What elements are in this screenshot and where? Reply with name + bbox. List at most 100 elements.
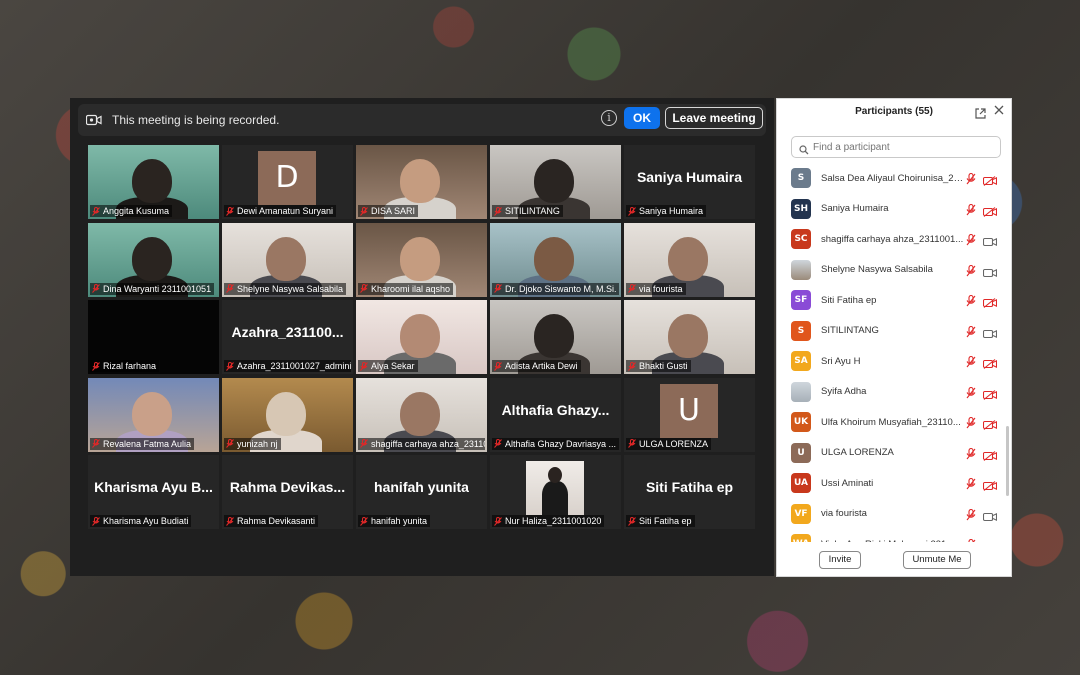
search-input[interactable] [813,141,993,153]
camera-off-icon[interactable] [982,448,998,461]
participant-list[interactable]: S Salsa Dea Aliyaul Choirunisa_2311001...… [791,163,1009,542]
participant-row[interactable]: SH Saniya Humaira [791,194,1009,225]
invite-button[interactable]: Invite [819,551,861,569]
video-tile[interactable]: Shelyne Nasywa Salsabila [222,222,353,297]
participant-label: Shelyne Nasywa Salsabila [224,282,347,295]
mic-off-icon [628,439,636,448]
participant-row[interactable]: UA Ussi Aminati [791,468,1009,499]
video-tile[interactable]: Saniya Humaira Saniya Humaira [624,145,755,219]
mic-off-icon [92,361,100,371]
camera-off-icon[interactable] [982,173,998,186]
close-icon[interactable] [994,105,1005,116]
video-tile[interactable]: Rizal farhana [88,300,219,374]
participant-row[interactable]: SC shagiffa carhaya ahza_2311001... [791,224,1009,255]
mic-off-icon [360,516,368,526]
participant-name: Revalena Fatma Aulia [103,438,192,449]
camera-off-icon[interactable] [982,387,998,400]
video-tile[interactable]: Dr. Djoko Siswanto M, M.Si. [490,222,621,297]
mic-off-icon[interactable] [966,355,976,368]
participant-label: Azahra_2311001027_administrasi [224,360,351,372]
mic-off-icon[interactable] [966,477,976,490]
participant-name: Saniya Humaira [639,206,704,216]
video-tile[interactable]: Nur Haliza_2311001020 [490,455,621,529]
participant-label: via fourista [626,282,686,295]
mic-off-icon[interactable] [966,538,976,542]
mic-off-icon[interactable] [966,325,976,337]
video-tile[interactable]: U ULGA LORENZA [624,377,755,452]
participant-row[interactable]: Syifa Adha [791,377,1009,408]
person-head [534,314,574,358]
participant-name: ULGA LORENZA [821,447,894,459]
participant-label: Rizal farhana [90,360,160,372]
video-tile[interactable]: Siti Fatiha ep Siti Fatiha ep [624,455,755,529]
video-tile[interactable]: hanifah yunita hanifah yunita [356,455,487,529]
mic-off-icon[interactable] [966,264,976,276]
mic-off-icon [360,361,368,371]
camera-off-icon[interactable] [982,478,998,491]
mic-off-icon[interactable] [966,203,976,215]
camera-icon[interactable] [982,509,998,521]
participant-row[interactable]: UK Ulfa Khoirum Musyafiah_23110... [791,407,1009,438]
mic-off-icon[interactable] [966,233,976,246]
participant-name: SITILINTANG [505,206,560,216]
participant-label: DISA SARI [358,205,419,217]
video-tile[interactable]: Adista Artika Dewi [490,300,621,374]
camera-icon[interactable] [982,326,998,338]
video-tile[interactable]: yunizah nj [222,377,353,452]
info-icon[interactable]: i [601,110,617,126]
participant-name: Shelyne Nasywa Salsabila [237,283,344,294]
mic-off-icon [360,206,368,216]
participant-row[interactable]: WA Vinky Ayu Rizki Maharani 231... [791,529,1009,542]
participant-row[interactable]: SA Sri Ayu H [791,346,1009,377]
camera-off-icon[interactable] [982,417,998,430]
video-tile[interactable]: shagiffa carhaya ahza_2311001037 [356,377,487,452]
mic-off-icon[interactable] [966,447,976,459]
video-tile[interactable]: Kharoomi ilal aqsho [356,222,487,297]
participant-row[interactable]: U ULGA LORENZA [791,438,1009,469]
video-tile[interactable]: D Dewi Amanatun Suryani [222,145,353,219]
video-tile[interactable]: Kharisma Ayu B... Kharisma Ayu Budiati [88,455,219,529]
camera-off-icon[interactable] [982,204,998,217]
mic-off-icon[interactable] [966,386,976,398]
participant-row[interactable]: VF via fourista [791,499,1009,530]
video-tile[interactable]: Bhakti Gusti [624,300,755,374]
camera-off-icon[interactable] [982,295,998,308]
participant-label: Anggita Kusuma [90,205,173,217]
video-tile[interactable]: DISA SARI [356,145,487,219]
camera-off-icon[interactable] [983,539,997,542]
camera-icon[interactable] [982,265,998,277]
mic-off-icon[interactable] [966,508,976,520]
mic-off-icon[interactable] [966,416,976,429]
participant-label: Althafia Ghazy Davriasya ... [492,437,619,450]
video-tile[interactable]: Anggita Kusuma [88,145,219,219]
video-tile[interactable]: SITILINTANG [490,145,621,219]
participant-avatar: U [791,442,811,463]
video-tile[interactable]: Rahma Devikas... Rahma Devikasanti [222,455,353,529]
popout-icon[interactable] [975,106,986,119]
participant-avatar: SF [791,290,811,311]
unmute-me-button[interactable]: Unmute Me [903,551,971,569]
video-tile[interactable]: via fourista [624,222,755,297]
video-tile[interactable]: Alya Sekar [356,300,487,374]
participant-row[interactable]: S SITILINTANG [791,316,1009,347]
video-tile[interactable]: Althafia Ghazy... Althafia Ghazy Davriasy… [490,377,621,452]
avatar: U [660,383,718,438]
participant-row[interactable]: S Salsa Dea Aliyaul Choirunisa_2311001... [791,163,1009,194]
ok-button[interactable]: OK [624,107,660,129]
participant-row[interactable]: Shelyne Nasywa Salsabila [791,255,1009,286]
participant-name: Shelyne Nasywa Salsabila [821,264,933,276]
leave-meeting-button[interactable]: Leave meeting [665,107,763,129]
participant-name: Syifa Adha [821,386,867,398]
mic-off-icon[interactable] [966,294,976,307]
tile-display-name: Rahma Devikas... [229,479,346,495]
search-box[interactable] [791,136,1001,158]
camera-off-icon[interactable] [982,356,998,369]
scrollbar-thumb[interactable] [1006,426,1009,496]
video-tile[interactable]: Azahra_231100... Azahra_2311001027_admini… [222,300,353,374]
video-tile[interactable]: Revalena Fatma Aulia [88,377,219,452]
video-tile[interactable]: Dina Waryanti 2311001051 [88,222,219,297]
camera-icon[interactable] [982,234,998,247]
participant-row[interactable]: SF Siti Fatiha ep [791,285,1009,316]
participant-name: Ussi Aminati [821,477,874,489]
mic-off-icon[interactable] [966,172,976,185]
